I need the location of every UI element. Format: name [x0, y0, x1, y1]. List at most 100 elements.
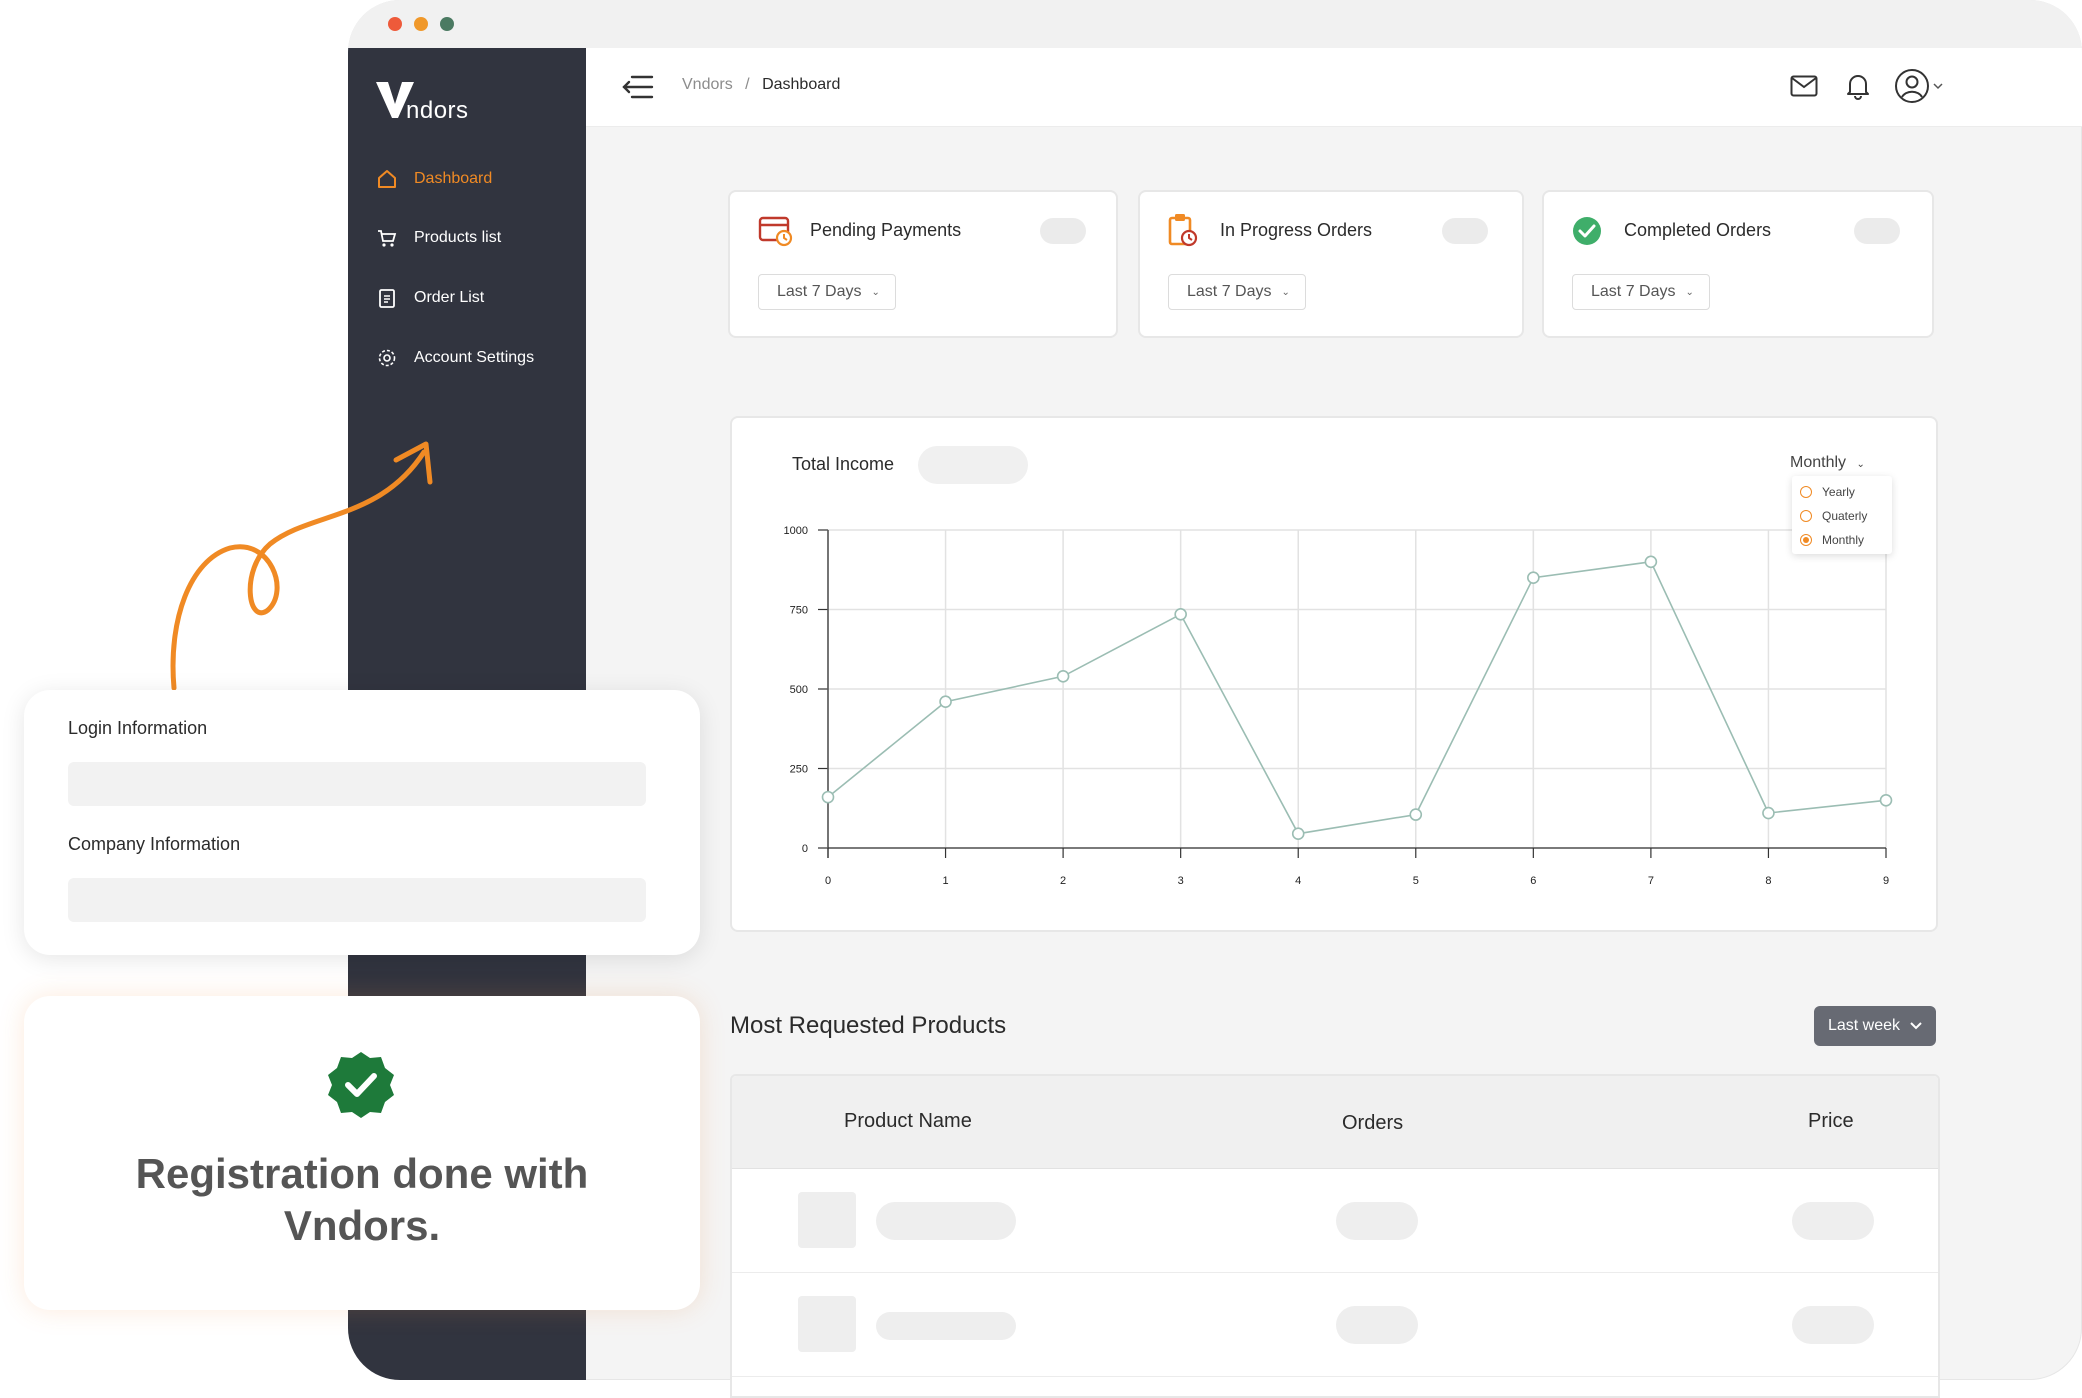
- sidebar-item-products-list[interactable]: Products list: [376, 223, 501, 253]
- close-window-button[interactable]: [388, 17, 402, 31]
- x-tick-label: 8: [1765, 875, 1771, 887]
- table-row[interactable]: [732, 1272, 1938, 1377]
- data-point: [1879, 793, 1893, 807]
- table-row[interactable]: [732, 1168, 1938, 1273]
- data-point: [939, 695, 952, 709]
- payment-clock-icon: [758, 216, 793, 247]
- orders-placeholder: [1336, 1306, 1418, 1344]
- home-icon: [378, 170, 396, 188]
- sidebar-item-dashboard[interactable]: Dashboard: [376, 164, 492, 194]
- income-line-chart: 0 250 500 750 1000 0 1 2 3 4 5 6 7 8 9: [784, 525, 1893, 887]
- login-information-label: Login Information: [68, 718, 208, 738]
- y-tick-label: 0: [802, 843, 808, 855]
- period-option-quarterly[interactable]: Quaterly: [1800, 506, 1867, 526]
- range-select[interactable]: Last 7 Days ⌄: [758, 274, 896, 310]
- period-option-monthly[interactable]: Monthly: [1800, 530, 1864, 550]
- x-tick-label: 9: [1883, 875, 1889, 887]
- top-bar: Vndors / Dashboard: [586, 48, 2082, 127]
- data-point: [821, 790, 835, 804]
- login-information-field[interactable]: [68, 762, 646, 806]
- x-tick-label: 3: [1178, 875, 1184, 887]
- range-select[interactable]: Last 7 Days ⌄: [1168, 274, 1306, 310]
- sidebar-item-label: Account Settings: [414, 349, 535, 366]
- cart-icon: [378, 230, 397, 247]
- clipboard-clock-icon: [1168, 214, 1198, 247]
- data-point: [1174, 607, 1187, 621]
- sidebar-item-label: Products list: [414, 229, 502, 246]
- registration-message-line2: Vndors.: [283, 1202, 441, 1249]
- period-filter-button[interactable]: Last week: [1814, 1006, 1936, 1046]
- period-filter-label: Last week: [1827, 1017, 1901, 1034]
- data-point: [1056, 669, 1070, 683]
- data-point: [1291, 827, 1305, 840]
- range-select-value: Last 7 Days: [777, 283, 862, 300]
- x-tick-label: 2: [1060, 875, 1066, 887]
- breadcrumb-current: Dashboard: [762, 76, 841, 93]
- y-tick-label: 1000: [784, 525, 808, 537]
- orange-arrow-icon: [170, 441, 433, 691]
- data-point: [1762, 806, 1775, 820]
- range-select-value: Last 7 Days: [1591, 283, 1676, 300]
- x-tick-label: 0: [825, 875, 831, 887]
- stat-value-placeholder: [1442, 218, 1488, 244]
- sidebar-item-label: Dashboard: [414, 170, 493, 187]
- column-header-product-name[interactable]: Product Name: [844, 1110, 972, 1133]
- column-header-price[interactable]: Price: [1808, 1110, 1854, 1133]
- mail-icon[interactable]: [1790, 75, 1818, 97]
- radio-icon: [1800, 486, 1812, 498]
- svg-text:ndors: ndors: [406, 97, 469, 122]
- minimize-window-button[interactable]: [414, 17, 428, 31]
- price-placeholder: [1792, 1202, 1874, 1240]
- chevron-down-icon: ⌄: [1685, 286, 1694, 298]
- product-name-placeholder: [876, 1202, 1016, 1240]
- column-header-orders[interactable]: Orders: [1342, 1112, 1403, 1135]
- registration-success-card: Registration done with Vndors.: [24, 996, 700, 1310]
- check-circle-icon: [1573, 217, 1601, 245]
- stat-title: Pending Payments: [810, 220, 962, 240]
- series-line: [827, 560, 1887, 835]
- user-avatar-icon[interactable]: [1894, 68, 1946, 104]
- product-name-placeholder: [876, 1312, 1016, 1340]
- breadcrumb-root[interactable]: Vndors: [682, 76, 733, 93]
- brand-logo[interactable]: ndors: [374, 78, 478, 130]
- data-point: [1527, 571, 1540, 584]
- success-badge-icon: [328, 1052, 394, 1118]
- data-point: [1409, 808, 1423, 821]
- range-select[interactable]: Last 7 Days ⌄: [1572, 274, 1710, 310]
- section-title: Most Requested Products: [730, 1012, 1007, 1039]
- x-tick-label: 4: [1295, 875, 1301, 887]
- radio-icon: [1800, 510, 1812, 522]
- chevron-down-icon: ⌄: [1281, 286, 1290, 298]
- products-table: Product Name Orders Price: [730, 1074, 1940, 1398]
- price-placeholder: [1792, 1306, 1874, 1344]
- vndors-logo-icon: ndors: [376, 82, 469, 124]
- period-option-label: Yearly: [1822, 485, 1855, 499]
- login-information-card: Login Information Company Information: [24, 690, 700, 955]
- x-tick-label: 5: [1413, 875, 1419, 887]
- stat-value-placeholder: [1854, 218, 1900, 244]
- sidebar-item-account-settings[interactable]: Account Settings: [376, 343, 534, 373]
- chevron-down-icon: ⌄: [871, 286, 880, 298]
- stat-card-completed-orders: Completed Orders Last 7 Days ⌄: [1542, 190, 1934, 338]
- range-select-value: Last 7 Days: [1187, 283, 1272, 300]
- y-tick-label: 750: [790, 605, 808, 617]
- x-tick-label: 7: [1648, 875, 1654, 887]
- window-titlebar: [348, 0, 2082, 48]
- x-tick-label: 6: [1530, 875, 1536, 887]
- y-tick-label: 500: [790, 684, 808, 696]
- sidebar-item-order-list[interactable]: Order List: [376, 283, 484, 313]
- period-option-yearly[interactable]: Yearly: [1800, 482, 1855, 502]
- menu-collapse-icon[interactable]: [622, 74, 654, 100]
- total-income-card: Total Income Monthly ⌄ 0 250 500 750 1000 0 1 2…: [730, 416, 1938, 932]
- breadcrumb-separator: /: [745, 76, 750, 93]
- bell-icon[interactable]: [1846, 72, 1870, 100]
- company-information-field[interactable]: [68, 878, 646, 922]
- company-information-label: Company Information: [68, 834, 241, 854]
- breadcrumb: Vndors / Dashboard: [682, 76, 840, 94]
- stat-value-placeholder: [1040, 218, 1086, 244]
- maximize-window-button[interactable]: [440, 17, 454, 31]
- period-option-label: Monthly: [1822, 533, 1865, 547]
- stat-card-in-progress-orders: In Progress Orders Last 7 Days ⌄: [1138, 190, 1524, 338]
- product-thumbnail-placeholder: [798, 1296, 856, 1352]
- sidebar-item-label: Order List: [414, 289, 485, 306]
